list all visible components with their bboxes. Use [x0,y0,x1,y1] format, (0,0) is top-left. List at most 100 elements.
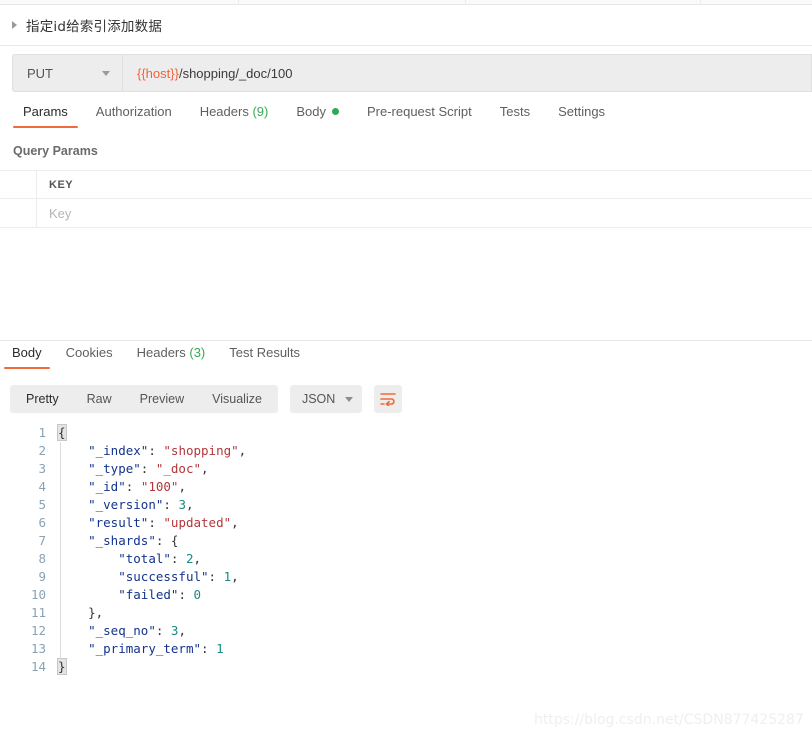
url-variable-token: {{host}} [137,65,179,81]
caret-right-icon[interactable] [12,21,17,29]
tab-settings[interactable]: Settings [544,104,619,128]
column-header-key: KEY [37,171,812,198]
table-row: Key [0,199,812,228]
tab-body[interactable]: Body [282,104,353,128]
response-body-code[interactable]: { "_index": "shopping", "_type": "_doc",… [54,424,812,694]
tab-label: Headers [136,345,186,360]
code-line: "_id": "100", [58,478,812,496]
request-response-divider [0,340,812,341]
tab-label: Params [23,104,68,119]
code-token: : [178,587,194,602]
line-number: 2 [38,443,46,458]
response-tab-test-results[interactable]: Test Results [217,345,312,369]
code-token: : [163,497,179,512]
response-toolbar: Pretty Raw Preview Visualize JSON [10,385,403,413]
code-token: : [125,479,141,494]
code-token: , [193,551,202,566]
tab-pre-request-script[interactable]: Pre-request Script [353,104,486,128]
table-header-row: KEY [0,170,812,199]
code-token: "_id" [88,479,126,494]
http-method-selector[interactable]: PUT [12,54,122,92]
response-tab-body[interactable]: Body [0,345,54,369]
line-number: 8 [38,551,46,566]
tab-count-badge: (3) [185,345,206,360]
code-token: { [170,533,179,548]
code-token: 2 [185,551,194,566]
code-token: "_version" [88,497,164,512]
tab-tests[interactable]: Tests [486,104,544,128]
view-mode-preview[interactable]: Preview [126,387,198,411]
tab-headers[interactable]: Headers (9) [186,104,283,128]
response-tab-cookies[interactable]: Cookies [54,345,125,369]
line-number: 7 [38,533,46,548]
code-token: , [238,443,247,458]
code-token: 1 [216,641,224,656]
code-line: "_index": "shopping", [58,442,812,460]
line-number: 12 [30,623,46,638]
code-token: , [178,623,186,638]
url-input[interactable]: {{host}}/shopping/_doc/100 [122,54,812,92]
code-token: "shopping" [163,443,239,458]
code-token: : [155,533,171,548]
code-token: "successful" [118,569,209,584]
url-bar: PUT {{host}}/shopping/_doc/100 [12,54,812,92]
code-line: }, [58,604,812,622]
code-token: , [178,479,186,494]
response-tab-headers[interactable]: Headers (3) [125,345,218,369]
view-mode-raw[interactable]: Raw [73,387,126,411]
code-token: "total" [118,551,171,566]
chevron-down-icon [102,70,110,76]
code-token: : [140,461,156,476]
column-header-key-label: KEY [49,178,74,191]
code-line: "_seq_no": 3, [58,622,812,640]
code-token: "_shards" [88,533,156,548]
request-tabs: Params Authorization Headers (9) Body Pre-re… [0,104,812,136]
code-token: "result" [88,515,149,530]
code-token: 3 [178,497,186,512]
line-number: 3 [38,461,46,476]
param-key-placeholder: Key [49,205,72,221]
line-number: 4 [38,479,46,494]
select-all-checkbox-cell[interactable] [0,171,37,198]
code-token: 1 [223,569,232,584]
view-mode-pretty[interactable]: Pretty [12,387,73,411]
request-title: 指定id给索引添加数据 [26,19,163,35]
code-line: { [57,424,812,442]
line-number: 5 [38,497,46,512]
tab-label: Body [296,104,326,119]
row-checkbox-cell[interactable] [0,199,37,227]
view-mode-visualize[interactable]: Visualize [198,387,276,411]
format-label: JSON [301,392,336,406]
query-params-label: Query Params [13,144,98,158]
code-token: , [231,569,239,584]
tab-authorization[interactable]: Authorization [82,104,186,128]
code-token: : [201,641,217,656]
code-token: 0 [193,587,202,602]
url-path-text: /shopping/_doc/100 [178,65,293,81]
code-token: "100" [140,479,179,494]
word-wrap-button[interactable] [374,385,403,413]
format-select[interactable]: JSON [289,385,363,413]
param-key-input[interactable]: Key [37,199,812,227]
code-token: "_index" [88,443,149,458]
view-mode-group: Pretty Raw Preview Visualize [10,385,278,413]
postman-request-view: 指定id给索引添加数据 PUT {{host}}/shopping/_doc/1… [0,0,812,740]
response-body-viewer[interactable]: 1 2 3 4 5 6 7 8 9 10 11 12 13 14 { "_index": "shoppin… [0,424,812,694]
tab-params[interactable]: Params [9,104,82,128]
code-token: }, [88,605,104,620]
tab-label: Settings [558,104,606,119]
code-token: "failed" [118,587,179,602]
indent-guide [60,442,61,658]
request-title-bar: 指定id给索引添加数据 [0,5,812,46]
code-token: { [57,424,67,441]
code-token: "updated" [163,515,232,530]
